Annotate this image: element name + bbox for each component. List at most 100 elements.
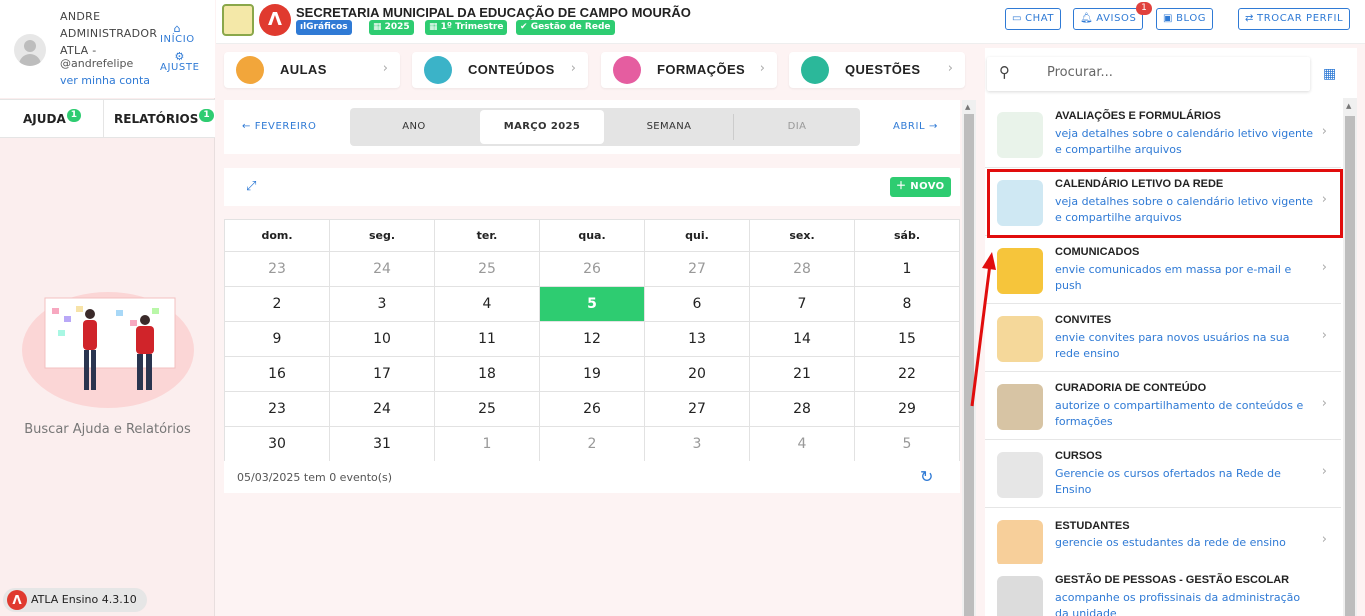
tab-help[interactable]: AJUDA 1 (23, 109, 82, 128)
chip-term[interactable]: ▦ 1º Trimestre (425, 20, 508, 35)
calendar-icon: ▦ (429, 22, 441, 32)
module-description: autorize o compartilhamento de conteúdos… (1055, 399, 1304, 428)
day-cell[interactable]: 28 (749, 251, 855, 287)
org-title: SECRETARIA MUNICIPAL DA EDUCAÇÃO DE CAMP… (296, 5, 691, 20)
atla-logo-icon[interactable]: Λ (259, 4, 291, 36)
day-cell[interactable]: 1 (854, 251, 960, 287)
day-cell[interactable]: 31 (329, 426, 435, 462)
chevron-right-icon: › (1321, 328, 1327, 343)
panel-scrollbar[interactable]: ▲ (1343, 98, 1357, 616)
day-cell[interactable]: 9 (224, 321, 330, 357)
day-cell[interactable]: 22 (854, 356, 960, 392)
day-cell[interactable]: 29 (854, 391, 960, 427)
events-footer: 05/03/2025 tem 0 evento(s) ↻ (224, 461, 960, 493)
day-cell[interactable]: 27 (644, 251, 750, 287)
day-cell[interactable]: 2 (539, 426, 645, 462)
chip-year-label: 2025 (384, 22, 410, 32)
notices-button[interactable]: 🔔︎ AVISOS 1 (1073, 2, 1153, 30)
chip-year[interactable]: ▦ 2025 (369, 20, 414, 35)
settings-link[interactable]: ⚙ AJUSTE (160, 50, 199, 73)
calendar-nav: ← FEVEREIRO ANO MARÇO 2025 SEMANA DIA AB… (224, 100, 960, 154)
blog-button[interactable]: ▣ BLOG (1156, 8, 1214, 30)
view-year[interactable]: ANO (350, 108, 478, 146)
new-event-button[interactable]: ＋ NOVO (890, 177, 951, 197)
my-account-link[interactable]: ver minha conta (60, 74, 150, 87)
category-formacoes[interactable]: FORMAÇÕES › (601, 52, 777, 88)
day-cell[interactable]: 25 (434, 391, 540, 427)
day-cell[interactable]: 27 (644, 391, 750, 427)
day-cell[interactable]: 7 (749, 286, 855, 322)
home-link[interactable]: ⌂ INÍCIO (160, 22, 195, 45)
day-cell[interactable]: 15 (854, 321, 960, 357)
avatar[interactable] (14, 34, 46, 66)
view-day[interactable]: DIA (734, 108, 860, 146)
next-month-link[interactable]: ABRIL → (893, 121, 938, 132)
expand-icon[interactable]: ⤢ (246, 179, 256, 194)
calendar-week-row: 2 3 4 5 6 7 8 (224, 286, 960, 322)
day-cell[interactable]: 16 (224, 356, 330, 392)
module-item[interactable]: CURADORIA DE CONTEÚDO autorize o compart… (985, 372, 1341, 440)
day-cell[interactable]: 24 (329, 391, 435, 427)
day-cell[interactable]: 14 (749, 321, 855, 357)
view-week[interactable]: SEMANA (606, 108, 732, 146)
day-cell[interactable]: 12 (539, 321, 645, 357)
day-cell[interactable]: 25 (434, 251, 540, 287)
prev-month-link[interactable]: ← FEVEREIRO (242, 121, 316, 132)
grid-view-icon[interactable]: ▦ (1323, 66, 1336, 82)
module-title: CURADORIA DE CONTEÚDO (1055, 382, 1207, 394)
book-icon: ▣ (1163, 13, 1174, 24)
switch-profile-button[interactable]: ⇄ TROCAR PERFIL (1238, 8, 1351, 30)
day-cell[interactable]: 21 (749, 356, 855, 392)
calendar-week-row: 30 31 1 2 3 4 5 (224, 426, 960, 462)
home-icon: ⌂ (173, 22, 182, 35)
day-cell[interactable]: 5 (854, 426, 960, 462)
weekday-header-row: dom. seg. ter. qua. qui. sex. sáb. (224, 219, 960, 252)
day-cell[interactable]: 26 (539, 251, 645, 287)
day-cell[interactable]: 6 (644, 286, 750, 322)
day-cell[interactable]: 4 (749, 426, 855, 462)
day-cell[interactable]: 30 (224, 426, 330, 462)
day-cell[interactable]: 1 (434, 426, 540, 462)
chip-network[interactable]: ✔ Gestão de Rede (516, 20, 615, 35)
module-item[interactable]: GESTÃO DE PESSOAS - GESTÃO ESCOLAR acomp… (985, 564, 1341, 616)
day-cell[interactable]: 24 (329, 251, 435, 287)
day-cell[interactable]: 23 (224, 251, 330, 287)
module-title: ESTUDANTES (1055, 520, 1130, 532)
day-cell[interactable]: 10 (329, 321, 435, 357)
day-cell[interactable]: 13 (644, 321, 750, 357)
day-cell[interactable]: 4 (434, 286, 540, 322)
gear-icon: ⚙ (174, 50, 185, 63)
day-cell[interactable]: 17 (329, 356, 435, 392)
tab-reports[interactable]: RELATÓRIOS 1 (114, 109, 214, 128)
arrow-left-icon: ← (242, 121, 255, 132)
day-cell[interactable]: 18 (434, 356, 540, 392)
view-month[interactable]: MARÇO 2025 (480, 110, 604, 144)
day-cell[interactable]: 23 (224, 391, 330, 427)
day-cell[interactable]: 8 (854, 286, 960, 322)
scrollbar-thumb[interactable] (1345, 116, 1355, 616)
module-item[interactable]: COMUNICADOS envie comunicados em massa p… (985, 236, 1341, 304)
day-cell[interactable]: 26 (539, 391, 645, 427)
chip-charts[interactable]: ılGráficos (296, 20, 352, 35)
day-cell[interactable]: 11 (434, 321, 540, 357)
module-item[interactable]: CONVITES envie convites para novos usuár… (985, 304, 1341, 372)
day-cell[interactable]: 3 (644, 426, 750, 462)
category-aulas[interactable]: AULAS › (224, 52, 400, 88)
calendar-week-row: 9 10 11 12 13 14 15 (224, 321, 960, 357)
module-item[interactable]: AVALIAÇÕES E FORMULÁRIOS veja detalhes s… (985, 100, 1341, 168)
scroll-up-icon[interactable]: ▲ (1346, 102, 1351, 110)
day-cell-today[interactable]: 5 (539, 286, 645, 322)
scroll-up-icon[interactable]: ▲ (965, 103, 970, 111)
chat-button[interactable]: ▭ CHAT (1005, 8, 1062, 30)
refresh-icon[interactable]: ↻ (920, 467, 933, 486)
module-item[interactable]: CURSOS Gerencie os cursos ofertados na R… (985, 440, 1341, 508)
events-summary: 05/03/2025 tem 0 evento(s) (237, 471, 393, 484)
day-cell[interactable]: 20 (644, 356, 750, 392)
day-cell[interactable]: 3 (329, 286, 435, 322)
category-conteudos[interactable]: CONTEÚDOS › (412, 52, 588, 88)
day-cell[interactable]: 28 (749, 391, 855, 427)
day-cell[interactable]: 2 (224, 286, 330, 322)
day-cell[interactable]: 19 (539, 356, 645, 392)
category-questoes[interactable]: QUESTÕES › (789, 52, 965, 88)
search-input[interactable] (1047, 65, 1297, 80)
